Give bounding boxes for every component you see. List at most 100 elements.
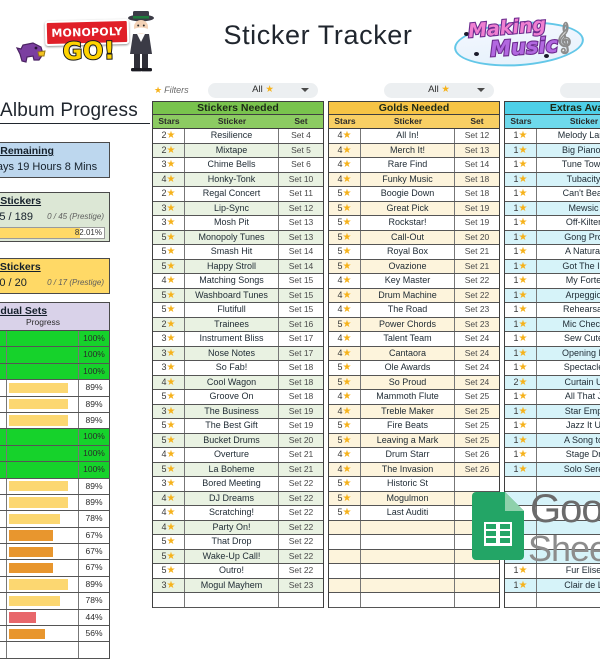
star-icon: ★: [342, 434, 352, 446]
table-row[interactable]: 1★ Spectacle: [505, 361, 600, 376]
table-row[interactable]: 5★ Rockstar! Set 19: [329, 216, 499, 231]
table-row[interactable]: 4★ Talent Team Set 24: [329, 332, 499, 347]
table-row[interactable]: 4★ Drum Starr Set 26: [329, 448, 499, 463]
chevron-down-icon[interactable]: [301, 88, 309, 92]
table-row[interactable]: 4★ Drum Machine Set 22: [329, 288, 499, 303]
table-row[interactable]: 5★ Happy Stroll Set 14: [153, 259, 323, 274]
table-row[interactable]: 2★ Regal Concert Set 11: [153, 187, 323, 202]
table-row[interactable]: 5★ Monopoly Tunes Set 13: [153, 230, 323, 245]
table-row[interactable]: 5★ Royal Box Set 21: [329, 245, 499, 260]
table-row[interactable]: 3★ Instrument Bliss Set 17: [153, 332, 323, 347]
table-row[interactable]: 4★ Key Master Set 22: [329, 274, 499, 289]
sticker-stars: 4★: [329, 143, 361, 157]
table-row[interactable]: 1★ Arpeggio: [505, 288, 600, 303]
table-row[interactable]: 4★ All In! Set 12: [329, 129, 499, 144]
table-row[interactable]: 4★ Cool Wagon Set 18: [153, 375, 323, 390]
table-row[interactable]: 5★ Great Pick Set 19: [329, 201, 499, 216]
filter-dropdown-stickers[interactable]: All ★: [208, 83, 318, 98]
table-row[interactable]: 4★ Overture Set 21: [153, 448, 323, 463]
table-row[interactable]: 4★ DJ Dreams Set 22: [153, 491, 323, 506]
table-row[interactable]: 1★Got The In: [505, 259, 600, 274]
chevron-down-icon[interactable]: [477, 88, 485, 92]
table-row[interactable]: 1★ Jazz It U: [505, 419, 600, 434]
table-row[interactable]: 1★ Sew Cute: [505, 332, 600, 347]
table-row[interactable]: 5★ Call-Out Set 20: [329, 230, 499, 245]
table-row[interactable]: 5★ Boogie Down Set 18: [329, 187, 499, 202]
table-row[interactable]: 1★Melody Lane: [505, 129, 600, 144]
table-row[interactable]: 1★Big Pianos: [505, 143, 600, 158]
table-row[interactable]: 1★Mic Check: [505, 317, 600, 332]
sticker-name: [361, 549, 455, 563]
table-row[interactable]: 5★ Bucket Drums Set 20: [153, 433, 323, 448]
table-row[interactable]: 2★ Mixtape Set 5: [153, 143, 323, 158]
table-row[interactable]: 5★ Smash Hit Set 14: [153, 245, 323, 260]
star-icon: ★: [166, 521, 176, 533]
table-row[interactable]: 5★ Ole Awards Set 24: [329, 361, 499, 376]
table-row[interactable]: 1★ Mewsic: [505, 201, 600, 216]
table-row[interactable]: 2★ Resilience Set 4: [153, 129, 323, 144]
table-row[interactable]: 1★ All That J: [505, 390, 600, 405]
table-row[interactable]: 3★ Mogul Mayhem Set 23: [153, 578, 323, 593]
table-row[interactable]: 2★ Curtain U: [505, 375, 600, 390]
table-row[interactable]: 4★ Party On! Set 22: [153, 520, 323, 535]
table-row[interactable]: 5★ Washboard Tunes Set 15: [153, 288, 323, 303]
table-row[interactable]: 4★ Mammoth Flute Set 25: [329, 390, 499, 405]
table-row[interactable]: 1★ Stage Dr: [505, 448, 600, 463]
table-row[interactable]: 3★ Mosh Pit Set 13: [153, 216, 323, 231]
table-row[interactable]: 4★ Merch It! Set 13: [329, 143, 499, 158]
table-row[interactable]: 2★ Trainees Set 16: [153, 317, 323, 332]
table-row[interactable]: 1★ My Forte: [505, 274, 600, 289]
table-row[interactable]: 3★ Lip-Sync Set 12: [153, 201, 323, 216]
table-row[interactable]: 4★ Honky-Tonk Set 10: [153, 172, 323, 187]
table-row[interactable]: 4★ The Invasion Set 26: [329, 462, 499, 477]
table-row[interactable]: [153, 593, 323, 608]
table-row[interactable]: 5★ Wake-Up Call! Set 22: [153, 549, 323, 564]
table-row[interactable]: 4★ Matching Songs Set 15: [153, 274, 323, 289]
table-row[interactable]: 3★ The Business Set 19: [153, 404, 323, 419]
table-row[interactable]: 1★ Star Emp: [505, 404, 600, 419]
sticker-set: Set 26: [464, 449, 490, 459]
table-row[interactable]: 1★ Off-Kilter: [505, 216, 600, 231]
filter-dropdown-extras[interactable]: All ★: [560, 83, 600, 98]
table-row[interactable]: 1★ Solo Sere: [505, 462, 600, 477]
table-row[interactable]: 3★ So Fab! Set 18: [153, 361, 323, 376]
table-row[interactable]: 4★ Funky Music Set 18: [329, 172, 499, 187]
table-row[interactable]: 1★Opening N: [505, 346, 600, 361]
set-percent-value: 100%: [83, 349, 105, 360]
table-row[interactable]: 5★ Outro! Set 22: [153, 564, 323, 579]
table-row[interactable]: 1★Can't Beat: [505, 187, 600, 202]
progress-fill: [9, 595, 61, 607]
table-row[interactable]: 5★ The Best Gift Set 19: [153, 419, 323, 434]
table-row[interactable]: 3★ Chime Bells Set 6: [153, 158, 323, 173]
table-row[interactable]: 5★ So Proud Set 24: [329, 375, 499, 390]
sticker-set: Set 20: [288, 434, 314, 445]
table-row[interactable]: 5★ Ovazione Set 21: [329, 259, 499, 274]
table-row[interactable]: 1★ Tubacity: [505, 172, 600, 187]
table-row[interactable]: 3★ Bored Meeting Set 22: [153, 477, 323, 492]
filter-dropdown-golds[interactable]: All ★: [384, 83, 494, 98]
table-row[interactable]: 5★ La Boheme Set 21: [153, 462, 323, 477]
table-row[interactable]: 4★ Scratching! Set 22: [153, 506, 323, 521]
table-row[interactable]: 3★ Nose Notes Set 17: [153, 346, 323, 361]
sticker-set: Set 18: [288, 362, 314, 372]
table-row[interactable]: 5★ Groove On Set 18: [153, 390, 323, 405]
sticker-stars: [329, 520, 361, 534]
table-row[interactable]: 5★ Power Chords Set 23: [329, 317, 499, 332]
sticker-set: Set 22: [288, 565, 314, 575]
table-row[interactable]: 5★ That Drop Set 22: [153, 535, 323, 550]
table-row[interactable]: 1★ Rehearsal: [505, 303, 600, 318]
table-row[interactable]: 5★ Fire Beats Set 25: [329, 419, 499, 434]
table-row[interactable]: 4★ The Road Set 23: [329, 303, 499, 318]
table-row[interactable]: 1★ A Natural: [505, 245, 600, 260]
table-row[interactable]: 1★ A Song to: [505, 433, 600, 448]
table-row[interactable]: 1★Tune Town: [505, 158, 600, 173]
table-row[interactable]: 5★ Leaving a Mark Set 25: [329, 433, 499, 448]
table-row[interactable]: 4★ Cantaora Set 24: [329, 346, 499, 361]
table-row[interactable]: 1★ Gong Pro: [505, 230, 600, 245]
table-row[interactable]: 4★ Treble Maker Set 25: [329, 404, 499, 419]
table-row[interactable]: 5★ Flutifull Set 15: [153, 303, 323, 318]
column-header-progress: Progress: [25, 317, 60, 327]
treble-clef-icon: 𝄞: [555, 21, 572, 53]
table-row[interactable]: 4★ Rare Find Set 14: [329, 158, 499, 173]
column-header-spacer: [79, 316, 109, 330]
